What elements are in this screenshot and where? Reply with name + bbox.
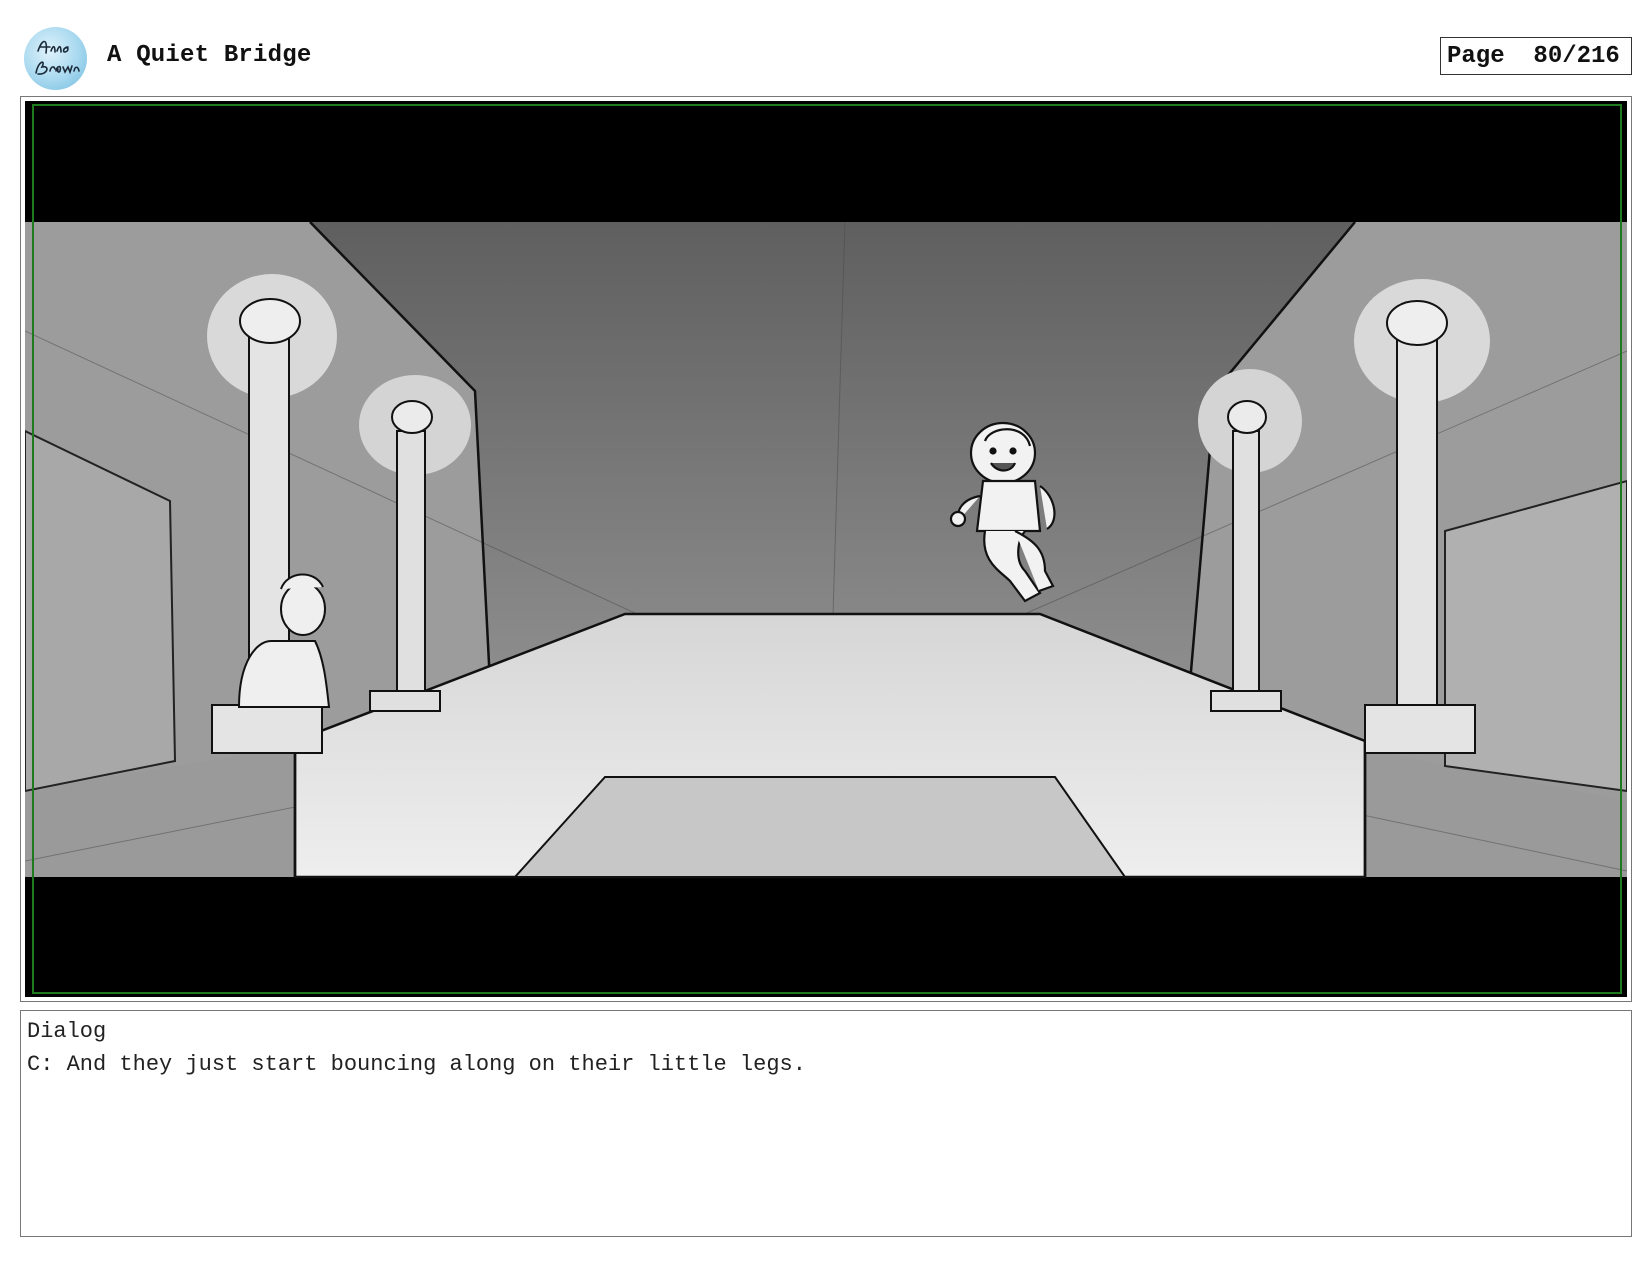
page-counter: Page 80/216 — [1440, 37, 1632, 75]
bridge-scene-illustration — [25, 221, 1627, 879]
page-label: Page — [1447, 42, 1505, 70]
artist-logo — [24, 27, 87, 90]
dialog-text: C: And they just start bouncing along on… — [27, 1052, 806, 1077]
dialog-box: Dialog C: And they just start bouncing a… — [20, 1010, 1632, 1237]
storyboard-panel — [25, 101, 1627, 997]
page-title: A Quiet Bridge — [107, 42, 312, 69]
signature-icon — [35, 40, 80, 75]
page-number: 80/216 — [1533, 42, 1620, 70]
dialog-label: Dialog — [27, 1019, 107, 1044]
